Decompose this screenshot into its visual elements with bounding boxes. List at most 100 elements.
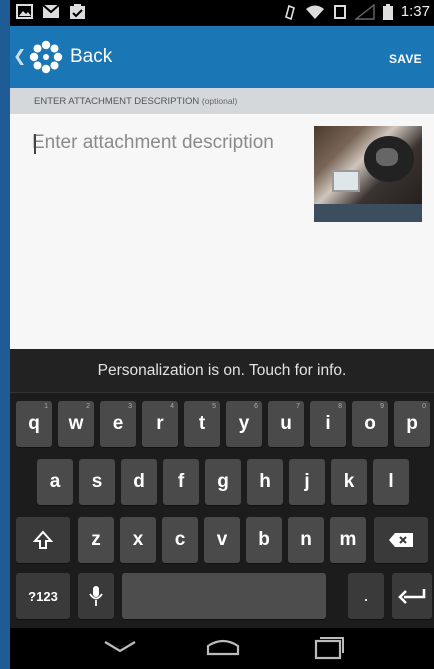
key-label: n [300,529,312,550]
key-label: u [280,413,292,434]
key-label: r [156,413,164,434]
key-k[interactable]: k [331,459,367,505]
key-o[interactable]: o9 [352,401,388,447]
key-label: p [406,413,418,434]
key-label: i [325,413,331,434]
key-label: k [343,471,355,492]
section-header: ENTER ATTACHMENT DESCRIPTION (optional) [10,88,434,114]
back-button[interactable]: Back [70,46,112,68]
key-label: f [177,471,185,492]
wifi-icon [305,4,325,20]
key-label: . [364,588,368,604]
key-label: y [238,413,250,434]
key-label: ?123 [28,588,58,604]
key-hint: 4 [170,403,174,410]
enter-icon [398,589,426,604]
key-m[interactable]: m [330,517,366,563]
key-hint: 3 [128,403,132,410]
key-hint: 9 [380,403,384,410]
key-label: v [216,529,228,550]
alarm-icon [283,4,297,20]
key-hint: 8 [338,403,342,410]
key-z[interactable]: z [78,517,114,563]
soft-keyboard: Personalization is on. Touch for info. q… [10,349,434,628]
key-label: s [91,471,103,492]
sim-icon [333,4,347,20]
home-nav-icon[interactable] [204,636,242,658]
space-key[interactable] [122,573,326,619]
key-b[interactable]: b [246,517,282,563]
recents-nav-icon[interactable] [310,636,346,660]
key-label: j [304,471,310,492]
key-u[interactable]: u7 [268,401,304,447]
backspace-icon [389,533,413,547]
key-n[interactable]: n [288,517,324,563]
key-label: x [132,529,144,550]
backspace-key[interactable] [374,517,428,563]
key-t[interactable]: t5 [184,401,220,447]
clock: 1:37 [400,3,430,20]
attachment-form [10,114,434,349]
flower-logo-icon[interactable] [28,39,64,75]
symbols-key[interactable]: ?123 [16,573,70,619]
key-hint: 7 [296,403,300,410]
key-label: z [91,529,101,550]
period-key[interactable]: . [348,573,384,619]
key-label: c [174,529,186,550]
key-p[interactable]: p0 [394,401,430,447]
key-label: g [217,471,229,492]
phone-screen: 1:37 ❮ Back SAVE ENTER ATTACHMENT DESCRI… [10,0,434,669]
navigation-bar [10,628,434,669]
description-input[interactable] [32,132,282,192]
image-icon [16,4,33,20]
key-d[interactable]: d [121,459,157,505]
key-a[interactable]: a [37,459,73,505]
key-g[interactable]: g [205,459,241,505]
status-bar: 1:37 [10,0,434,26]
mail-icon [42,4,60,20]
shift-key[interactable] [16,517,70,563]
key-f[interactable]: f [163,459,199,505]
save-button[interactable]: SAVE [389,52,422,66]
app-bar: ❮ Back SAVE [10,26,434,88]
enter-key[interactable] [392,573,432,619]
mic-key[interactable] [78,573,114,619]
key-hint: 0 [422,403,426,410]
key-label: q [28,413,40,434]
key-label: o [364,413,376,434]
key-h[interactable]: h [247,459,283,505]
key-label: a [49,471,61,492]
key-i[interactable]: i8 [310,401,346,447]
key-hint: 1 [44,403,48,410]
key-label: w [68,413,84,434]
signal-icon [354,3,375,20]
mic-icon [89,586,103,606]
text-caret [34,134,36,154]
key-j[interactable]: j [289,459,325,505]
key-label: l [388,471,394,492]
key-l[interactable]: l [373,459,409,505]
key-w[interactable]: w2 [58,401,94,447]
key-s[interactable]: s [79,459,115,505]
key-label: h [259,471,271,492]
key-hint: 2 [86,403,90,410]
key-hint: 5 [212,403,216,410]
key-label: d [133,471,145,492]
back-chevron-icon[interactable]: ❮ [13,46,26,66]
key-label: t [198,413,206,434]
key-e[interactable]: e3 [100,401,136,447]
key-y[interactable]: y6 [226,401,262,447]
key-hint: 6 [254,403,258,410]
back-nav-icon[interactable] [102,636,138,658]
key-r[interactable]: r4 [142,401,178,447]
attachment-thumbnail[interactable] [314,126,422,222]
section-header-optional: (optional) [201,96,238,106]
clipboard-check-icon [69,4,86,20]
key-q[interactable]: q1 [16,401,52,447]
key-v[interactable]: v [204,517,240,563]
key-c[interactable]: c [162,517,198,563]
section-header-label: ENTER ATTACHMENT DESCRIPTION [34,96,200,107]
key-x[interactable]: x [120,517,156,563]
suggestion-bar[interactable]: Personalization is on. Touch for info. [10,349,434,393]
key-label: m [339,529,357,550]
